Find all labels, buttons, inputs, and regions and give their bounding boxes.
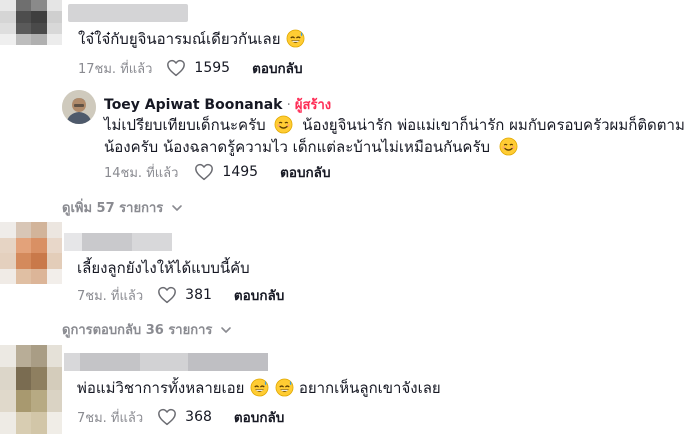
view-more-replies-label: ดูเพิ่ม 57 รายการ [62, 201, 164, 216]
reply-button[interactable]: ตอบกลับ [234, 406, 284, 428]
comment-text-body: ใจ๋ใจ๋กับยูจินอารมณ์เดียวกันเลย [78, 30, 281, 48]
like-button[interactable]: 368 [157, 408, 212, 426]
comment-text: พ่อแม่วิชาการทั้งหลายเอย อยากเห็นลูกเขาจ… [77, 377, 441, 399]
creator-header: Toey Apiwat Boonanak · ผู้สร้าง [104, 94, 331, 115]
creator-reply-meta: 14ชม. ที่แล้ว 1495 ตอบกลับ [104, 161, 331, 183]
like-count: 381 [185, 287, 212, 303]
chevron-down-icon [221, 326, 232, 333]
reply-text-part: ไม่เปรียบเทียบเด็กนะครับ [104, 116, 266, 134]
heart-icon [195, 163, 214, 181]
heart-icon [167, 59, 186, 77]
chevron-down-icon [172, 204, 183, 211]
username-blurred[interactable] [64, 353, 268, 371]
creator-reply-text-line2: น้องครับ น้องฉลาดรู้ความไว เด็กแต่ละบ้าน… [104, 136, 518, 158]
reply-button[interactable]: ตอบกลับ [252, 57, 302, 79]
username-blurred[interactable] [64, 233, 172, 251]
comment-time: 7ชม. ที่แล้ว [77, 288, 144, 304]
like-button[interactable]: 1595 [166, 59, 230, 77]
reply-text-part: น้องยูจินน่ารัก พ่อแม่เขาก็น่ารัก ผมกับค… [302, 116, 685, 134]
like-button[interactable]: 381 [157, 286, 212, 304]
heart-icon [158, 286, 177, 304]
grinning-sweat-emoji-icon [275, 378, 294, 397]
avatar[interactable] [0, 345, 62, 434]
creator-badge: ผู้สร้าง [294, 98, 332, 113]
comment-text: เลี้ยงลูกยังไงให้ได้แบบนี้คับ [77, 257, 250, 279]
grinning-sweat-emoji-icon [286, 29, 305, 48]
comment-meta: 17ชม. ที่แล้ว 1595 ตอบกลับ [78, 57, 303, 79]
smiling-face-emoji-icon [275, 115, 293, 134]
avatar[interactable] [0, 0, 62, 45]
heart-icon [158, 408, 177, 426]
reply-time: 14ชม. ที่แล้ว [104, 165, 179, 181]
avatar[interactable] [0, 222, 62, 284]
comment-text-body: เลี้ยงลูกยังไงให้ได้แบบนี้คับ [77, 259, 250, 277]
comment-text: ใจ๋ใจ๋กับยูจินอารมณ์เดียวกันเลย [78, 28, 305, 50]
comment-meta: 7ชม. ที่แล้ว 368 ตอบกลับ [77, 406, 284, 428]
username-blurred[interactable] [68, 4, 188, 22]
separator: · [286, 96, 291, 113]
reply-text-part: น้องครับ น้องฉลาดรู้ความไว เด็กแต่ละบ้าน… [104, 138, 491, 156]
like-count: 1495 [222, 164, 259, 180]
view-more-replies[interactable]: ดูเพิ่ม 57 รายการ [62, 197, 183, 218]
reply-button[interactable]: ตอบกลับ [280, 161, 330, 183]
creator-avatar[interactable] [62, 90, 96, 124]
like-button[interactable]: 1495 [194, 163, 258, 181]
creator-reply-text-line1: ไม่เปรียบเทียบเด็กนะครับ น้องยูจินน่ารัก… [104, 114, 685, 136]
creator-name[interactable]: Toey Apiwat Boonanak [104, 97, 282, 113]
like-count: 368 [185, 409, 212, 425]
comment-time: 17ชม. ที่แล้ว [78, 61, 153, 77]
smiling-face-emoji-icon [499, 137, 518, 156]
comment-text-body: อยากเห็นลูกเขาจังเลย [298, 379, 441, 397]
view-replies[interactable]: ดูการตอบกลับ 36 รายการ [62, 319, 232, 340]
creator-avatar-image [62, 90, 96, 124]
comment-text-body: พ่อแม่วิชาการทั้งหลายเอย [77, 379, 245, 397]
reply-button[interactable]: ตอบกลับ [234, 284, 284, 306]
like-count: 1595 [194, 60, 231, 76]
comment-meta: 7ชม. ที่แล้ว 381 ตอบกลับ [77, 284, 284, 306]
grinning-sweat-emoji-icon [250, 378, 269, 397]
view-replies-label: ดูการตอบกลับ 36 รายการ [62, 323, 213, 338]
comment-time: 7ชม. ที่แล้ว [77, 410, 144, 426]
